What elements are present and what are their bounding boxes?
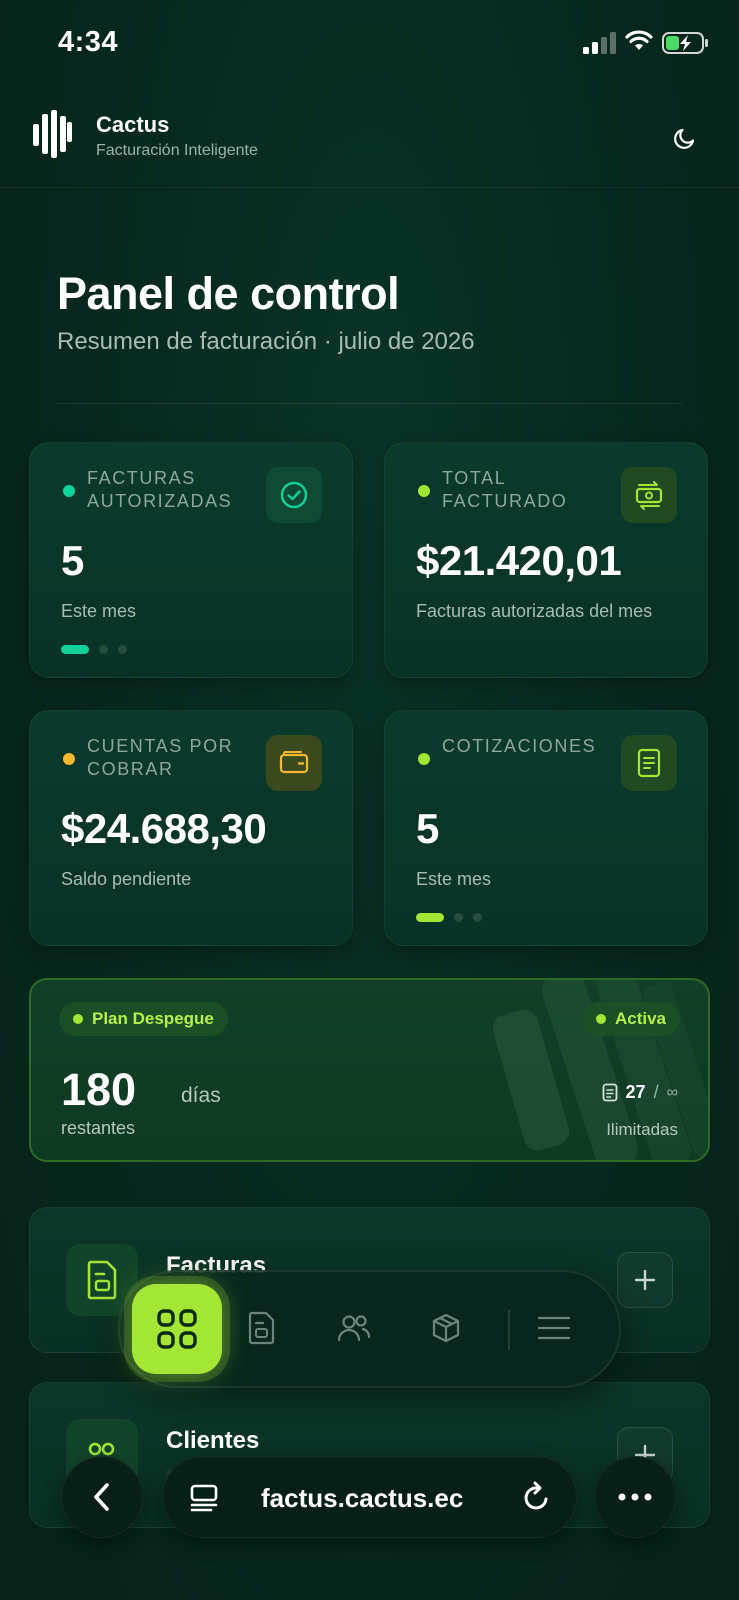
status-time: 4:34 <box>58 26 119 58</box>
card-icon-box <box>621 735 677 791</box>
page-menu-icon <box>190 1484 218 1512</box>
status-dot <box>73 1014 83 1024</box>
card-value: $21.420,01 <box>416 537 622 584</box>
theme-toggle-button[interactable] <box>665 118 705 158</box>
page-title: Panel de control <box>57 268 400 319</box>
plan-days-label: restantes <box>61 1118 136 1138</box>
users-icon <box>337 1315 371 1342</box>
card-value: $24.688,30 <box>61 805 267 852</box>
cactus-logo-icon[interactable] <box>33 110 73 158</box>
plan-limit-label: Ilimitadas <box>606 1120 678 1139</box>
plan-status: Activa <box>614 1009 666 1028</box>
card-value: 5 <box>416 805 439 852</box>
brand-name: Cactus <box>96 112 170 137</box>
box-icon <box>432 1313 460 1343</box>
status-dot <box>63 753 75 765</box>
invoice-icon <box>87 1260 117 1300</box>
card-label: TOTAL FACTURADO <box>442 468 568 511</box>
pager-dot-active[interactable] <box>416 913 444 922</box>
card-icon-box <box>266 735 322 791</box>
status-dot <box>595 1014 606 1024</box>
plan-docs-count: 27 / ∞ <box>602 1082 678 1103</box>
url-text: factus.cactus.ec <box>261 1483 464 1513</box>
dashboard-icon <box>157 1309 197 1349</box>
battery-charging-icon <box>662 32 708 54</box>
menu-icon <box>537 1316 571 1340</box>
status-dot <box>418 485 430 497</box>
card-label: CUENTAS POR COBRAR <box>87 736 234 779</box>
document-icon <box>637 748 661 778</box>
status-dot <box>418 753 430 765</box>
section-title: Clientes <box>166 1427 260 1454</box>
reload-icon[interactable] <box>522 1481 552 1513</box>
stat-card-facturas-autorizadas[interactable]: FACTURAS AUTORIZADAS 5 Este mes <box>29 442 353 678</box>
browser-toolbar: factus.cactus.ec <box>0 1452 739 1600</box>
status-bar: 4:34 <box>0 0 739 90</box>
tab-dashboard[interactable] <box>132 1284 222 1374</box>
plan-name: Plan Despegue <box>92 1009 214 1028</box>
tab-menu[interactable] <box>532 1306 576 1350</box>
page-subtitle: Resumen de facturación · julio de 2026 <box>57 328 475 355</box>
pager-dot-active[interactable] <box>61 645 89 654</box>
wifi-icon <box>625 30 653 50</box>
plan-status-badge: Activa <box>581 1002 680 1036</box>
tab-invoices[interactable] <box>240 1306 284 1350</box>
pager-dot[interactable] <box>118 645 127 654</box>
add-invoice-button[interactable] <box>617 1252 673 1308</box>
plan-docs-separator: / <box>653 1082 659 1102</box>
plan-name-badge: Plan Despegue <box>59 1002 228 1036</box>
chevron-left-icon <box>94 1483 109 1511</box>
url-bar[interactable]: factus.cactus.ec <box>162 1456 577 1538</box>
card-icon-box <box>266 467 322 523</box>
signal-icon <box>583 32 616 54</box>
plan-docs-used: 27 <box>625 1082 646 1102</box>
more-dots-icon <box>618 1493 652 1501</box>
card-icon-box <box>621 467 677 523</box>
tab-divider <box>508 1310 510 1350</box>
stat-card-cuentas-por-cobrar[interactable]: CUENTAS POR COBRAR $24.688,30 Saldo pend… <box>29 710 353 946</box>
card-pager[interactable] <box>61 645 127 654</box>
invoice-icon <box>248 1311 275 1345</box>
card-note: Este mes <box>61 601 137 621</box>
more-options-button[interactable] <box>594 1456 676 1538</box>
plan-docs-limit: ∞ <box>666 1083 678 1101</box>
wallet-icon <box>279 751 309 774</box>
card-value: 5 <box>61 537 84 584</box>
stat-card-total-facturado[interactable]: TOTAL FACTURADO $21.420,01 Facturas auto… <box>384 442 708 678</box>
tab-products[interactable] <box>424 1306 468 1350</box>
plan-days-count: 180 <box>61 1064 137 1115</box>
status-dot <box>63 485 75 497</box>
card-note: Este mes <box>416 869 492 889</box>
card-label: COTIZACIONES <box>442 736 597 756</box>
card-note: Facturas autorizadas del mes <box>416 601 653 621</box>
card-note: Saldo pendiente <box>61 869 192 889</box>
divider <box>57 403 682 404</box>
stat-card-cotizaciones[interactable]: COTIZACIONES 5 Este mes <box>384 710 708 946</box>
card-label: FACTURAS AUTORIZADAS <box>87 468 233 511</box>
back-button[interactable] <box>61 1456 143 1538</box>
bottom-tab-bar <box>118 1270 621 1388</box>
pager-dot[interactable] <box>473 913 482 922</box>
pager-dot[interactable] <box>454 913 463 922</box>
money-exchange-icon <box>635 481 663 510</box>
pager-dot[interactable] <box>99 645 108 654</box>
check-circle-icon <box>280 481 308 509</box>
card-pager[interactable] <box>416 913 482 922</box>
document-icon <box>602 1083 617 1102</box>
app-header: Cactus Facturación Inteligente <box>0 98 739 188</box>
plan-days-unit: días <box>181 1084 221 1107</box>
moon-icon <box>674 128 695 149</box>
plan-card[interactable]: Plan Despegue Activa 180 días restantes … <box>29 978 710 1162</box>
plus-icon <box>634 1269 656 1291</box>
tab-clients[interactable] <box>332 1306 376 1350</box>
brand-tagline: Facturación Inteligente <box>96 142 258 159</box>
